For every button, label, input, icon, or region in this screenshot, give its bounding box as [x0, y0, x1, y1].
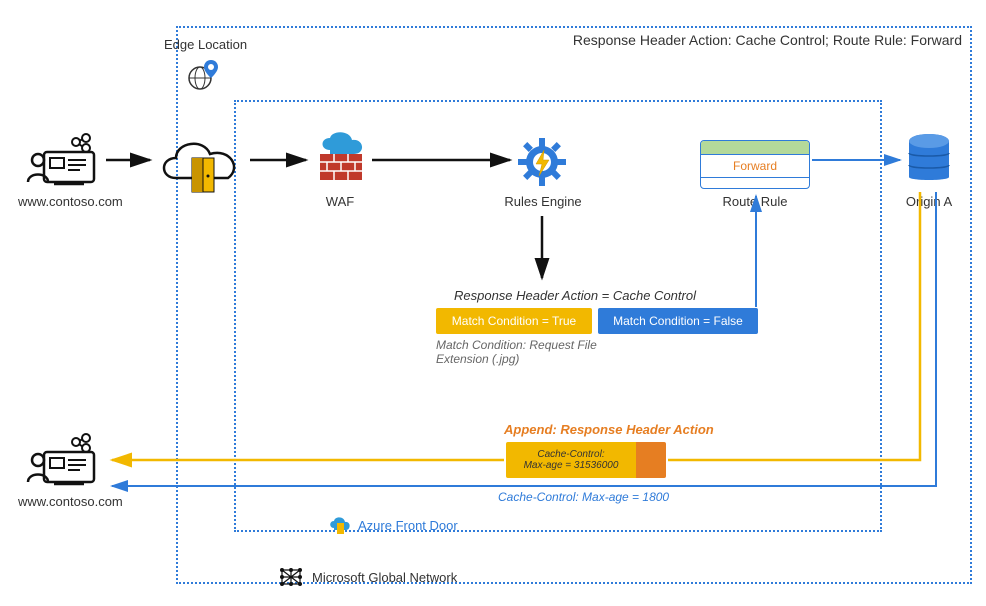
append-cache-values: Cache-Control: Max-age = 31536000 — [506, 442, 636, 478]
diagram-title: Response Header Action: Cache Control; R… — [573, 32, 962, 48]
origin-database-icon — [904, 132, 954, 193]
mgn-badge: Microsoft Global Network — [278, 566, 457, 588]
match-condition-note: Match Condition: Request File Extension … — [436, 338, 626, 366]
afd-label: Azure Front Door — [358, 518, 458, 533]
response-header-action-text: Response Header Action = Cache Control — [454, 288, 696, 303]
network-mesh-icon — [278, 566, 304, 588]
front-door-icon — [150, 132, 250, 207]
front-door-small-icon — [328, 514, 352, 536]
client-icon-top — [24, 130, 104, 195]
waf-label: WAF — [312, 194, 368, 209]
client-icon-bottom — [24, 430, 104, 495]
client-label-bottom: www.contoso.com — [18, 494, 118, 509]
mgn-label: Microsoft Global Network — [312, 570, 457, 585]
match-false-pill: Match Condition = False — [598, 308, 758, 334]
route-rule-top — [701, 141, 809, 155]
append-title: Append: Response Header Action — [504, 422, 714, 437]
origin-label: Origin A — [900, 194, 958, 209]
match-true-pill: Match Condition = True — [436, 308, 592, 334]
globe-pin-icon — [186, 56, 222, 97]
edge-location-label: Edge Location — [164, 36, 247, 54]
route-rule-box: Forward — [700, 140, 810, 189]
append-box: Cache-Control: Max-age = 31536000 — [506, 442, 666, 478]
blue-cache-label: Cache-Control: Max-age = 1800 — [498, 490, 669, 504]
append-action-block — [636, 442, 666, 478]
route-rule-bottom — [701, 178, 809, 188]
rules-engine-icon — [516, 136, 568, 193]
waf-icon — [310, 132, 370, 193]
rules-engine-label: Rules Engine — [500, 194, 586, 209]
afd-badge: Azure Front Door — [328, 514, 458, 536]
route-rule-forward: Forward — [701, 155, 809, 178]
client-label-top: www.contoso.com — [18, 194, 118, 209]
route-rule-label: Route Rule — [700, 194, 810, 209]
